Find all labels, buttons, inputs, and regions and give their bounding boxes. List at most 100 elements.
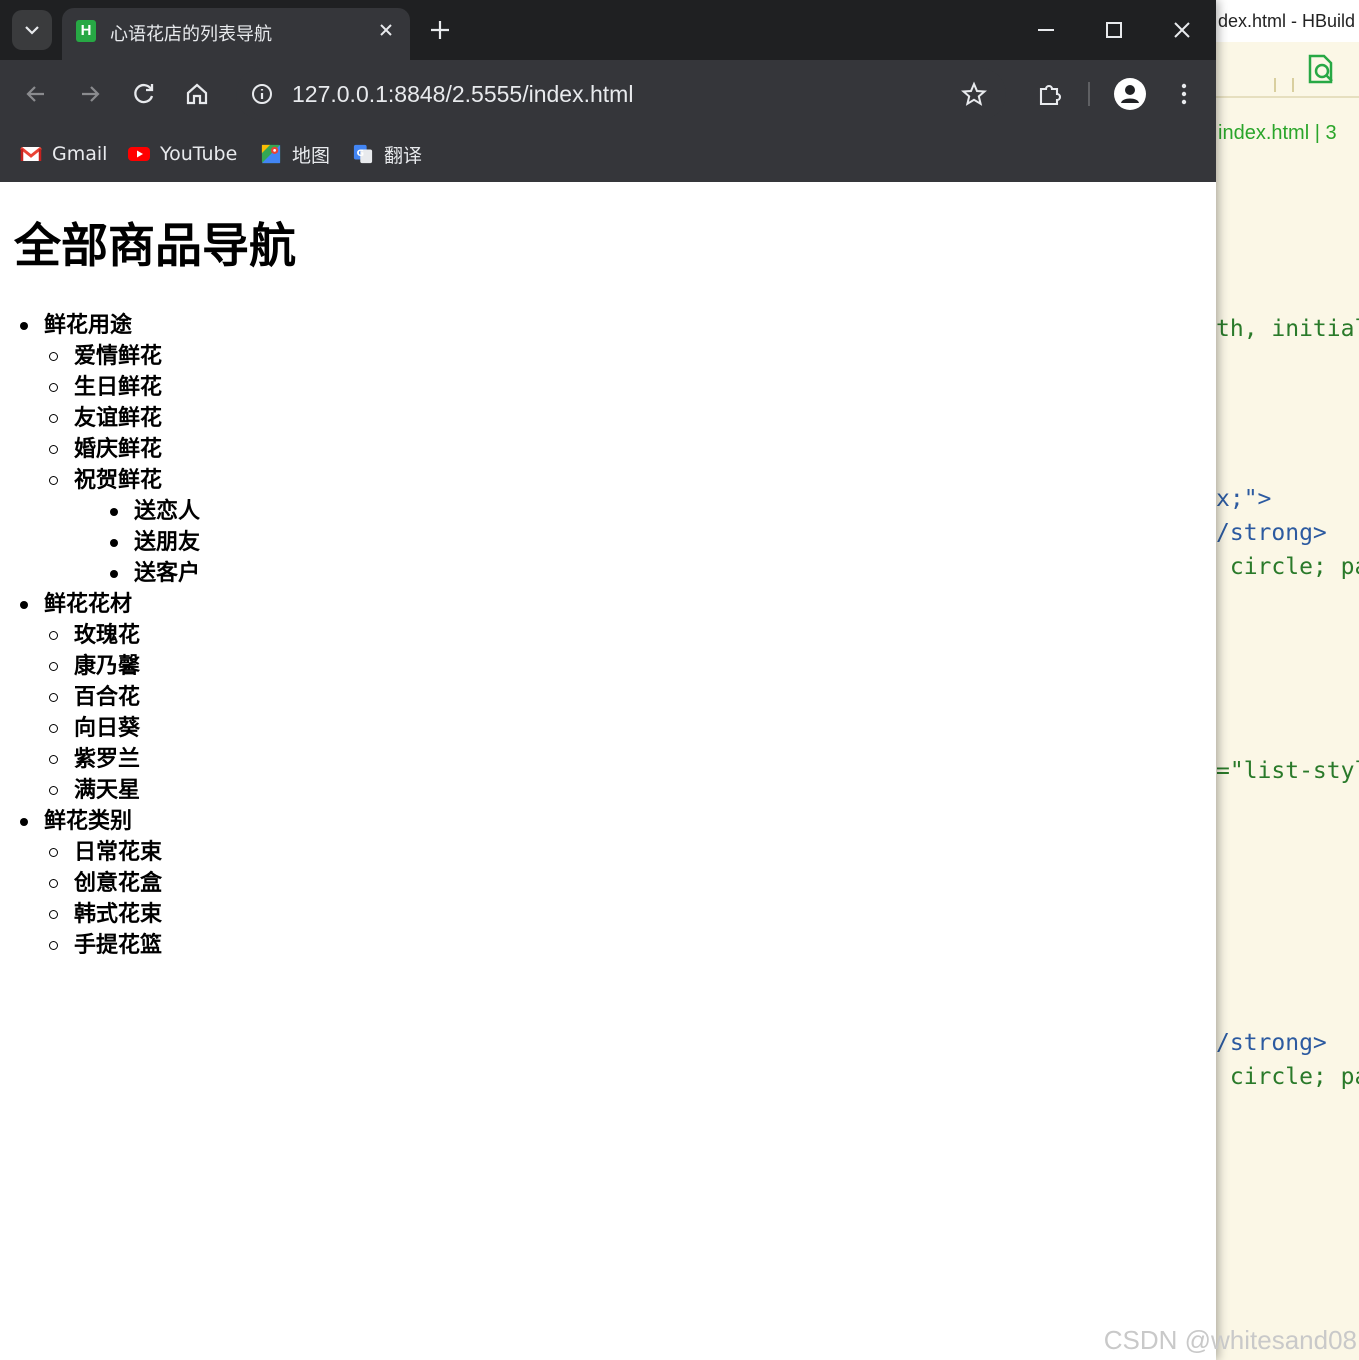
subcategory-label: 日常花束	[74, 840, 163, 865]
bullet-circle	[49, 662, 58, 671]
subcategory-item: 创意花盒	[16, 868, 200, 899]
subcategory-item: 生日鲜花	[16, 372, 200, 403]
subcategory-item: 向日葵	[16, 713, 200, 744]
csdn-watermark: CSDN @whitesand08	[1103, 1325, 1357, 1355]
bullet-circle	[49, 848, 58, 857]
person-icon	[1121, 85, 1139, 103]
bullet-circle	[49, 476, 58, 485]
maximize-icon[interactable]	[1102, 18, 1126, 42]
category-list: 鲜花用途 爱情鲜花 生日鲜花 友谊鲜花 婚庆鲜花 祝贺鲜花 送恋人 送朋友 送客…	[16, 310, 200, 961]
chevron-down-icon	[25, 26, 39, 35]
page-content: 全部商品导航 鲜花用途 爱情鲜花 生日鲜花 友谊鲜花 婚庆鲜花 祝贺鲜花 送恋人…	[0, 182, 1216, 1360]
subcategory-label: 玫瑰花	[74, 623, 141, 648]
more-menu-icon[interactable]	[1170, 80, 1198, 108]
bullet-disc	[110, 539, 118, 547]
browser-preview-icon[interactable]	[1304, 52, 1338, 86]
bullet-disc	[20, 601, 28, 609]
reload-icon[interactable]	[130, 80, 158, 108]
subcategory-label: 创意花盒	[74, 871, 163, 896]
subcategory-label: 爱情鲜花	[74, 344, 163, 369]
subcategory-item: 日常花束	[16, 837, 200, 868]
subcategory-item: 韩式花束	[16, 899, 200, 930]
category-item: 鲜花花材	[16, 589, 200, 620]
category-label: 鲜花类别	[44, 809, 133, 834]
minimize-icon[interactable]	[1034, 18, 1058, 42]
bullet-circle	[49, 383, 58, 392]
toolbar-divider	[1088, 82, 1090, 106]
editor-title: dex.html - HBuild	[1216, 0, 1359, 42]
bookmark-translate[interactable]: G 翻译	[352, 140, 422, 168]
subcategory-label: 康乃馨	[74, 654, 141, 679]
close-icon[interactable]	[376, 20, 396, 40]
code-line: ="list-styl	[1216, 758, 1359, 784]
recipient-label: 送恋人	[134, 499, 201, 524]
code-line: /strong>	[1216, 1030, 1327, 1056]
subcategory-item: 友谊鲜花	[16, 403, 200, 434]
tab-search-button[interactable]	[12, 10, 52, 50]
subcategory-item: 婚庆鲜花	[16, 434, 200, 465]
address-bar[interactable]: 127.0.0.1:8848/2.5555/index.html	[236, 68, 1006, 120]
subcategory-item: 爱情鲜花	[16, 341, 200, 372]
subcategory-item: 满天星	[16, 775, 200, 806]
browser-tab-active[interactable]: H 心语花店的列表导航	[62, 8, 410, 60]
category-item: 鲜花类别	[16, 806, 200, 837]
bullet-circle	[49, 352, 58, 361]
page-title: 全部商品导航	[14, 219, 296, 274]
browser-toolbar: 127.0.0.1:8848/2.5555/index.html	[0, 60, 1216, 128]
home-icon[interactable]	[183, 80, 211, 108]
bookmark-label: 地图	[292, 144, 331, 167]
subcategory-label: 祝贺鲜花	[74, 468, 163, 493]
subcategory-label: 婚庆鲜花	[74, 437, 163, 462]
recipient-label: 送客户	[134, 561, 201, 586]
bullet-disc	[20, 322, 28, 330]
bullet-circle	[49, 414, 58, 423]
bookmark-youtube[interactable]: YouTube	[128, 140, 237, 168]
subcategory-label: 百合花	[74, 685, 141, 710]
tab-strip: H 心语花店的列表导航	[0, 0, 1216, 60]
bullet-circle	[49, 724, 58, 733]
bullet-circle	[49, 786, 58, 795]
subcategory-item: 康乃馨	[16, 651, 200, 682]
code-line: circle; pa	[1216, 1064, 1359, 1090]
site-info-icon[interactable]	[250, 82, 274, 106]
recipient-label: 送朋友	[134, 530, 201, 555]
subcategory-label: 手提花篮	[74, 933, 163, 958]
youtube-icon	[128, 147, 150, 161]
editor-file-tab[interactable]: index.html | 3	[1218, 122, 1337, 145]
bullet-disc	[110, 508, 118, 516]
category-item: 鲜花用途	[16, 310, 200, 341]
subcategory-label: 生日鲜花	[74, 375, 163, 400]
new-tab-plus-icon[interactable]	[428, 18, 452, 42]
gmail-icon	[20, 146, 42, 161]
bookmark-label: Gmail	[52, 143, 108, 165]
subcategory-label: 紫罗兰	[74, 747, 141, 772]
bullet-circle	[49, 910, 58, 919]
category-label: 鲜花用途	[44, 313, 133, 338]
bookmarks-bar: Gmail YouTube 地图 G 翻译	[0, 128, 1216, 182]
extensions-puzzle-icon[interactable]	[1036, 80, 1064, 108]
window-close-icon[interactable]	[1170, 18, 1194, 42]
bullet-circle	[49, 631, 58, 640]
url-text: 127.0.0.1:8848/2.5555/index.html	[292, 81, 634, 107]
profile-avatar[interactable]	[1114, 78, 1146, 110]
background-editor-window: dex.html - HBuild index.html | 3 th, ini…	[1216, 0, 1359, 1360]
recipient-item: 送恋人	[16, 496, 200, 527]
bookmark-star-icon[interactable]	[961, 81, 987, 107]
back-arrow-icon[interactable]	[22, 80, 50, 108]
subcategory-item: 手提花篮	[16, 930, 200, 961]
code-line: th, initial	[1216, 316, 1359, 342]
browser-window: H 心语花店的列表导航 127.0.0.1:8848/2.5555/index.…	[0, 0, 1216, 1360]
bullet-circle	[49, 693, 58, 702]
bullet-circle	[49, 879, 58, 888]
bullet-circle	[49, 941, 58, 950]
bullet-disc	[20, 818, 28, 826]
forward-arrow-icon[interactable]	[76, 80, 104, 108]
subcategory-item: 百合花	[16, 682, 200, 713]
bookmark-maps[interactable]: 地图	[260, 140, 330, 168]
bookmark-gmail[interactable]: Gmail	[20, 140, 107, 168]
bookmark-label: YouTube	[160, 143, 238, 165]
category-label: 鲜花花材	[44, 592, 133, 617]
translate-icon: G	[353, 144, 373, 164]
subcategory-item: 紫罗兰	[16, 744, 200, 775]
subcategory-item: 玫瑰花	[16, 620, 200, 651]
